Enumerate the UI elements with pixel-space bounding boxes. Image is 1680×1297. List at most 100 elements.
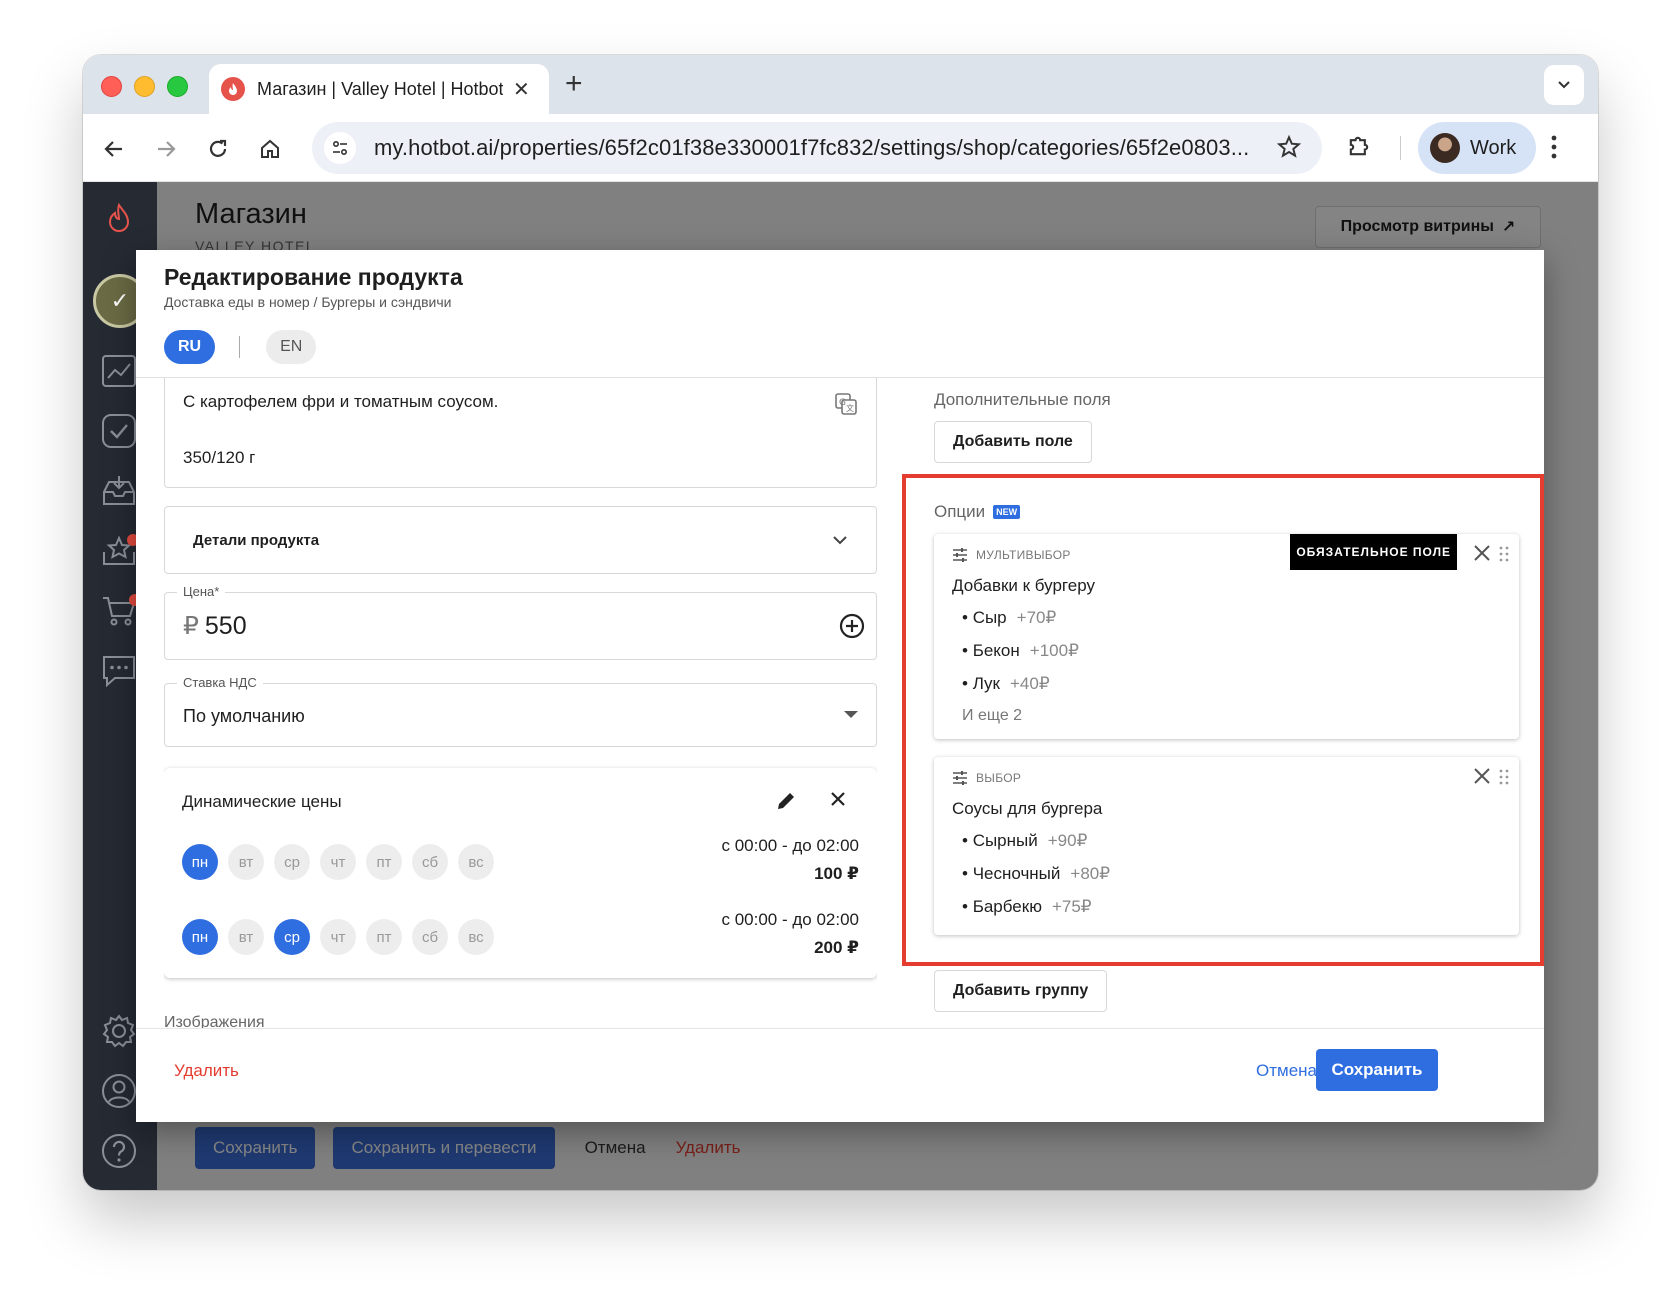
- translate-icon[interactable]: G文: [834, 392, 858, 421]
- close-icon[interactable]: [1473, 767, 1491, 790]
- option-item-name: Барбекю: [972, 897, 1042, 916]
- close-icon[interactable]: [1473, 544, 1491, 567]
- rule-1-amount: 100 ₽: [814, 864, 859, 883]
- product-details-label: Детали продукта: [193, 531, 320, 549]
- option-group-card[interactable]: ВЫБОР Соусы для бургера • Сырный +90₽ • Ч…: [934, 757, 1519, 935]
- option-group-type: ВЫБОР: [952, 771, 1021, 785]
- cancel-link[interactable]: Отмена: [1256, 1061, 1317, 1081]
- drag-handle-icon[interactable]: [1499, 769, 1509, 790]
- svg-text:G: G: [839, 398, 846, 408]
- arrow-right-icon: [158, 141, 176, 157]
- inbox-icon[interactable]: [100, 472, 138, 510]
- lang-tab-ru[interactable]: RU: [164, 330, 216, 364]
- day-chip[interactable]: вт: [228, 844, 264, 880]
- day-chip[interactable]: чт: [320, 844, 356, 880]
- day-chip[interactable]: ср: [274, 919, 310, 955]
- day-chip[interactable]: пт: [366, 919, 402, 955]
- option-item: • Чесночный +80₽: [962, 864, 1111, 883]
- app-content: ✓ Магазин VALLEY HOTEL Просмотр витрины …: [83, 182, 1598, 1190]
- delete-product-link[interactable]: Удалить: [174, 1061, 239, 1081]
- options-header: Опции NEW: [934, 502, 1021, 522]
- chat-icon[interactable]: [100, 652, 138, 690]
- address-bar[interactable]: my.hotbot.ai/properties/65f2c01f38e33000…: [312, 122, 1322, 174]
- description-textarea[interactable]: С картофелем фри и томатным соусом. 350/…: [164, 378, 877, 488]
- price-field[interactable]: Цена* ₽550: [164, 584, 877, 660]
- lang-divider: [239, 336, 241, 358]
- option-group-name: Добавки к бургеру: [952, 576, 1095, 595]
- back-button[interactable]: [99, 134, 129, 164]
- minimize-window-button[interactable]: [134, 76, 155, 97]
- add-price-circle-icon[interactable]: [838, 612, 866, 645]
- vat-value: По умолчанию: [183, 706, 305, 726]
- extensions-puzzle-icon[interactable]: [1345, 132, 1373, 165]
- bookmark-star-icon[interactable]: [1276, 134, 1302, 165]
- settings-gear-icon[interactable]: [100, 1012, 138, 1050]
- chevron-down-icon: [833, 536, 847, 545]
- lang-tab-en[interactable]: EN: [266, 330, 317, 364]
- option-item-name: Сыр: [972, 608, 1007, 627]
- option-item-price: +75₽: [1051, 897, 1092, 916]
- breadcrumb: Доставка еды в номер / Бургеры и сэндвич…: [164, 294, 452, 310]
- day-chip[interactable]: сб: [412, 919, 448, 955]
- analytics-icon[interactable]: [100, 352, 138, 390]
- option-item-price: +90₽: [1047, 831, 1088, 850]
- add-field-button[interactable]: Добавить поле: [934, 421, 1092, 463]
- tasks-check-icon[interactable]: [100, 412, 138, 450]
- day-chip[interactable]: пн: [182, 844, 218, 880]
- reload-button[interactable]: [203, 134, 233, 164]
- description-line-1: С картофелем фри и томатным соусом.: [183, 392, 499, 411]
- site-settings-icon[interactable]: [324, 132, 356, 164]
- day-chip[interactable]: пн: [182, 919, 218, 955]
- product-details-accordion[interactable]: Детали продукта: [164, 506, 877, 574]
- day-chip[interactable]: чт: [320, 919, 356, 955]
- maximize-window-button[interactable]: [167, 76, 188, 97]
- day-chip[interactable]: вс: [458, 919, 494, 955]
- sliders-icon: [953, 548, 967, 562]
- flame-favicon-icon: [221, 77, 245, 101]
- dynamic-prices-card: Динамические цены пн вт ср чт пт сб вс с…: [164, 768, 877, 978]
- rule-1-days: пн вт ср чт пт сб вс: [182, 844, 494, 880]
- option-item: • Барбекю +75₽: [962, 897, 1092, 916]
- close-icon[interactable]: [829, 790, 847, 813]
- option-item-price: +40₽: [1009, 674, 1050, 693]
- day-chip[interactable]: вс: [458, 844, 494, 880]
- browser-window: Магазин | Valley Hotel | Hotbot ✕ + my.h…: [83, 55, 1598, 1190]
- day-chip[interactable]: ср: [274, 844, 310, 880]
- tab-close-icon[interactable]: ✕: [513, 77, 530, 102]
- price-value[interactable]: ₽550: [183, 611, 247, 641]
- day-chip[interactable]: пт: [366, 844, 402, 880]
- home-button[interactable]: [255, 134, 285, 164]
- profile-button[interactable]: Work: [1418, 122, 1536, 174]
- option-group-card[interactable]: МУЛЬТИВЫБОР ОБЯЗАТЕЛЬНОЕ ПОЛЕ Добавки к …: [934, 534, 1519, 739]
- browser-menu-icon[interactable]: [1551, 134, 1557, 165]
- tab-search-button[interactable]: [1544, 65, 1584, 105]
- add-group-button[interactable]: Добавить группу: [934, 970, 1108, 1012]
- day-chip[interactable]: вт: [228, 919, 264, 955]
- language-switcher: RU EN: [164, 330, 317, 364]
- toolbar-divider: [1400, 136, 1401, 160]
- pencil-edit-icon[interactable]: [775, 790, 797, 817]
- new-tab-button[interactable]: +: [565, 67, 583, 101]
- day-chip[interactable]: сб: [412, 844, 448, 880]
- close-window-button[interactable]: [101, 76, 122, 97]
- tab-strip: Магазин | Valley Hotel | Hotbot ✕ +: [83, 55, 1598, 114]
- rule-2-amount: 200 ₽: [814, 938, 859, 957]
- help-icon[interactable]: [100, 1132, 138, 1170]
- more-options-text: И еще 2: [962, 707, 1023, 724]
- url-text[interactable]: my.hotbot.ai/properties/65f2c01f38e33000…: [374, 135, 1264, 161]
- browser-tab[interactable]: Магазин | Valley Hotel | Hotbot ✕: [209, 64, 549, 114]
- home-icon: [261, 139, 279, 158]
- description-line-2: 350/120 г: [183, 448, 256, 467]
- save-button[interactable]: Сохранить: [1316, 1049, 1438, 1091]
- flame-logo-icon[interactable]: [100, 200, 138, 238]
- drag-handle-icon[interactable]: [1499, 546, 1509, 567]
- user-profile-icon[interactable]: [100, 1072, 138, 1110]
- option-item-name: Чесночный: [972, 864, 1061, 883]
- modal-left-column: С картофелем фри и томатным соусом. 350/…: [164, 378, 877, 1028]
- forward-button[interactable]: [151, 134, 181, 164]
- vat-label: Ставка НДС: [177, 675, 263, 690]
- chevron-down-icon: [1558, 81, 1570, 89]
- vat-select[interactable]: Ставка НДС По умолчанию: [164, 675, 877, 747]
- option-item: • Сыр +70₽: [962, 608, 1057, 627]
- extra-fields-label: Дополнительные поля: [934, 390, 1111, 409]
